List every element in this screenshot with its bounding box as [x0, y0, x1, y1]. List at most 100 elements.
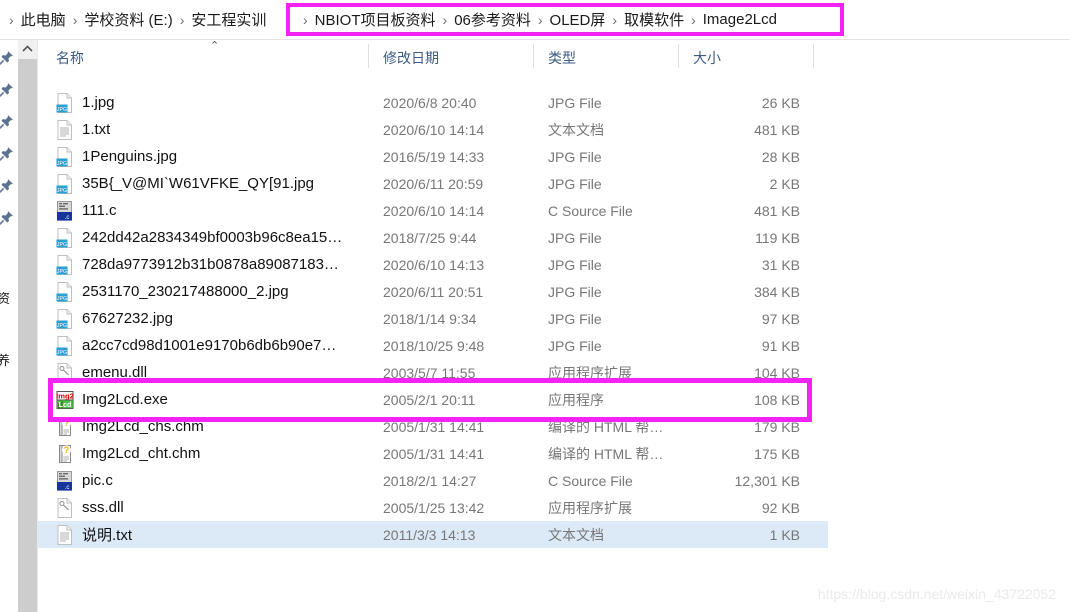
file-name-cell[interactable]: Img2 Lcd Img2Lcd.exe	[56, 390, 168, 410]
file-name-cell[interactable]: JPG 67627232.jpg	[56, 308, 173, 329]
file-name-cell[interactable]: 说明.txt	[56, 524, 132, 545]
file-type: 编译的 HTML 帮…	[548, 445, 664, 462]
breadcrumb-leading: › 此电脑 › 学校资料 (E:) › 安工程实训	[0, 7, 268, 32]
breadcrumb-item[interactable]: NBIOT项目板资料	[313, 7, 438, 32]
file-list[interactable]: JPG 1.jpg 2020/6/8 20:40 JPG File 26 KB 1.txt…	[38, 72, 1070, 612]
c-source-file-icon: .c	[56, 200, 74, 221]
pin-icon	[0, 82, 14, 98]
column-header-type[interactable]: 类型	[548, 48, 576, 68]
breadcrumb-bar[interactable]: › 此电脑 › 学校资料 (E:) › 安工程实训 › NBIOT项目板资料 › 06参考资料 ›…	[0, 0, 1070, 40]
column-divider[interactable]	[813, 44, 814, 68]
file-date-modified: 2018/1/14 9:34	[383, 310, 477, 327]
file-date-modified: 2005/1/25 13:42	[383, 499, 485, 516]
file-row[interactable]: JPG 2531170_230217488000_2.jpg 2020/6/11 2…	[38, 278, 828, 305]
breadcrumb-item[interactable]: 06参考资料	[452, 7, 533, 32]
scroll-up-button[interactable]	[18, 40, 37, 58]
svg-text:JPG: JPG	[57, 350, 67, 356]
file-row[interactable]: Img2 Lcd Img2Lcd.exe 2005/2/1 20:11 应用程序 108 …	[38, 386, 828, 413]
breadcrumb-item[interactable]: 学校资料 (E:)	[82, 7, 174, 32]
column-divider[interactable]	[533, 44, 534, 68]
file-size: 28 KB	[761, 148, 800, 165]
file-name-label: emenu.dll	[82, 364, 148, 381]
file-type: JPG File	[548, 256, 602, 273]
file-name-cell[interactable]: JPG 242dd42a2834349bf0003b96c8ea15…	[56, 227, 342, 248]
file-name-label: 728da9773912b31b0878a89087183…	[82, 256, 339, 273]
breadcrumb-item[interactable]: 安工程实训	[189, 7, 268, 32]
breadcrumb-item[interactable]: 此电脑	[19, 7, 68, 32]
file-row[interactable]: ? Img2Lcd_cht.chm 2005/1/31 14:41 编译的 HTML …	[38, 440, 828, 467]
file-row[interactable]: JPG 728da9773912b31b0878a89087183… 2020/6/…	[38, 251, 828, 278]
file-size: 104 KB	[754, 364, 800, 381]
breadcrumb-separator: ›	[9, 11, 14, 28]
file-name-cell[interactable]: JPG 728da9773912b31b0878a89087183…	[56, 254, 339, 275]
file-row[interactable]: JPG 35B{_V@MI`W61VFKE_QY[91.jpg 2020/6/11 …	[38, 170, 828, 197]
file-type: 文本文档	[548, 526, 604, 543]
file-name-cell[interactable]: JPG 2531170_230217488000_2.jpg	[56, 281, 289, 302]
file-row[interactable]: .c pic.c 2018/2/1 14:27 C Source File 12,301…	[38, 467, 828, 494]
file-size: 92 KB	[761, 499, 800, 516]
column-header-size[interactable]: 大小	[693, 48, 721, 68]
file-name-cell[interactable]: JPG 1.jpg	[56, 92, 115, 113]
column-header-date-modified[interactable]: 修改日期	[383, 48, 439, 68]
file-name-cell[interactable]: ? Img2Lcd_cht.chm	[56, 444, 200, 464]
file-row[interactable]: emenu.dll 2003/5/7 11:55 应用程序扩展 104 KB	[38, 359, 828, 386]
jpg-file-icon: JPG	[56, 281, 74, 302]
file-name-cell[interactable]: JPG 35B{_V@MI`W61VFKE_QY[91.jpg	[56, 173, 314, 194]
file-type: 编译的 HTML 帮…	[548, 418, 664, 435]
file-name-cell[interactable]: .c pic.c	[56, 470, 113, 491]
svg-text:JPG: JPG	[57, 161, 67, 167]
scrollbar-thumb[interactable]	[18, 59, 37, 612]
text-file-icon	[56, 524, 74, 545]
file-name-cell[interactable]: JPG a2cc7cd98d1001e9170b6db6b90e7…	[56, 335, 336, 356]
file-date-modified: 2011/3/3 14:13	[383, 526, 476, 543]
navigation-pane-label-clipped[interactable]: 资	[0, 288, 10, 307]
file-row[interactable]: JPG 242dd42a2834349bf0003b96c8ea15… 2018/7…	[38, 224, 828, 251]
file-type: JPG File	[548, 310, 602, 327]
c-source-file-icon: .c	[56, 470, 74, 491]
jpg-file-icon: JPG	[56, 308, 74, 329]
file-row[interactable]: 说明.txt 2011/3/3 14:13 文本文档 1 KB	[38, 521, 828, 548]
breadcrumb-item[interactable]: OLED屏	[548, 7, 608, 32]
pin-icon	[0, 114, 14, 130]
file-type: 文本文档	[548, 121, 604, 138]
file-date-modified: 2020/6/8 20:40	[383, 94, 477, 111]
file-size: 179 KB	[754, 418, 800, 435]
file-size: 1 KB	[769, 526, 800, 543]
navigation-pane-label-clipped[interactable]: 养	[0, 350, 10, 369]
file-name-cell[interactable]: emenu.dll	[56, 362, 148, 383]
svg-text:JPG: JPG	[57, 242, 67, 248]
breadcrumb-item[interactable]: 取模软件	[622, 7, 686, 32]
dll-file-icon	[56, 362, 74, 383]
file-name-cell[interactable]: ? Img2Lcd_chs.chm	[56, 417, 204, 437]
file-name-label: Img2Lcd_chs.chm	[82, 418, 204, 435]
breadcrumb-highlighted-region[interactable]: › NBIOT项目板资料 › 06参考资料 › OLED屏 › 取模软件 › Image2Lcd	[286, 3, 844, 36]
column-divider[interactable]	[368, 44, 369, 68]
file-name-cell[interactable]: sss.dll	[56, 497, 124, 518]
column-header-name[interactable]: 名称	[56, 48, 84, 68]
file-row[interactable]: JPG 1Penguins.jpg 2016/5/19 14:33 JPG File 2…	[38, 143, 828, 170]
file-type: JPG File	[548, 229, 602, 246]
file-date-modified: 2020/6/10 14:14	[383, 202, 485, 219]
file-row[interactable]: 1.txt 2020/6/10 14:14 文本文档 481 KB	[38, 116, 828, 143]
file-name-cell[interactable]: 1.txt	[56, 119, 110, 140]
file-type: 应用程序	[548, 391, 604, 408]
file-row[interactable]: .c 111.c 2020/6/10 14:14 C Source File 481 K…	[38, 197, 828, 224]
file-row[interactable]: sss.dll 2005/1/25 13:42 应用程序扩展 92 KB	[38, 494, 828, 521]
file-row[interactable]: ? Img2Lcd_chs.chm 2005/1/31 14:41 编译的 HTML …	[38, 413, 828, 440]
column-header-row[interactable]: 名称 修改日期 类型 大小	[38, 40, 1070, 73]
vertical-scrollbar[interactable]	[18, 40, 38, 612]
file-name-label: 67627232.jpg	[82, 310, 173, 327]
file-row[interactable]: JPG a2cc7cd98d1001e9170b6db6b90e7… 2018/10…	[38, 332, 828, 359]
chevron-up-icon	[22, 45, 33, 52]
text-file-icon	[56, 119, 74, 140]
navigation-pane-clipped[interactable]: 资养	[0, 40, 18, 612]
column-divider[interactable]	[678, 44, 679, 68]
file-name-cell[interactable]: JPG 1Penguins.jpg	[56, 146, 177, 167]
file-date-modified: 2018/10/25 9:48	[383, 337, 485, 354]
jpg-file-icon: JPG	[56, 92, 74, 113]
file-name-label: pic.c	[82, 472, 113, 489]
file-row[interactable]: JPG 1.jpg 2020/6/8 20:40 JPG File 26 KB	[38, 89, 828, 116]
file-name-cell[interactable]: .c 111.c	[56, 200, 116, 221]
file-row[interactable]: JPG 67627232.jpg 2018/1/14 9:34 JPG File 97 …	[38, 305, 828, 332]
breadcrumb-item[interactable]: Image2Lcd	[701, 9, 779, 30]
